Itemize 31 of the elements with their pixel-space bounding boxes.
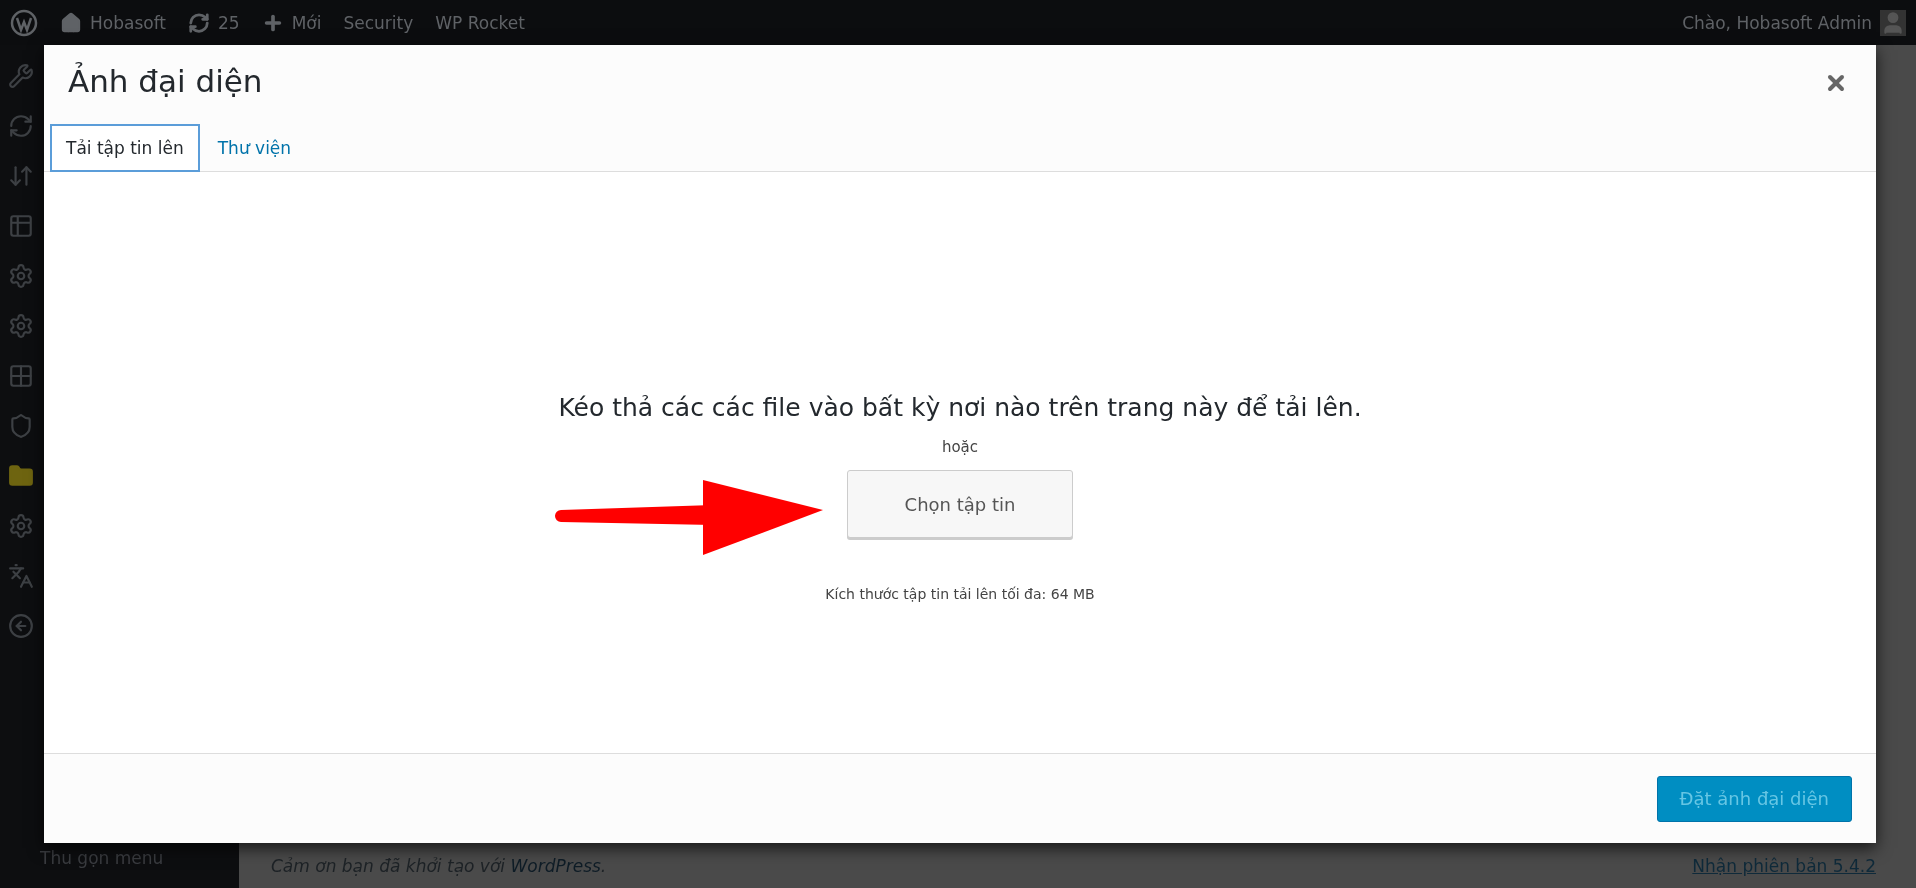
or-text: hoặc — [941, 438, 979, 456]
collapse-icon[interactable] — [8, 613, 34, 639]
menu-link[interactable]: WP Rocket — [435, 12, 525, 33]
drop-instructions: Kéo thả các các file vào bất kỳ nơi nào trên trang này để tải lên. — [558, 393, 1362, 422]
table-icon[interactable] — [8, 213, 34, 239]
account-link[interactable]: Chào, Hobasoft Admin — [1682, 9, 1906, 36]
version-link[interactable]: Nhận phiên bản 5.4.2 — [1692, 856, 1876, 876]
sort-arrows-icon[interactable] — [8, 163, 34, 189]
wordpress-logo-icon[interactable] — [10, 8, 38, 37]
modal-title: Ảnh đại diện — [68, 63, 263, 99]
refresh-icon[interactable] — [8, 113, 34, 139]
select-files-button[interactable]: Chọn tập tin — [847, 470, 1073, 538]
grid-icon[interactable] — [8, 363, 34, 389]
avatar-icon — [1880, 9, 1906, 36]
gear-icon[interactable] — [8, 513, 34, 539]
gear-icon[interactable] — [8, 263, 34, 289]
shield-icon[interactable] — [8, 413, 34, 439]
translate-icon[interactable] — [8, 563, 34, 589]
tab[interactable]: Thư viện — [201, 124, 308, 172]
new-link[interactable]: Mới — [261, 11, 322, 34]
home-icon — [60, 11, 82, 34]
wrench-icon[interactable] — [8, 63, 34, 89]
updates-link[interactable]: 25 — [188, 11, 240, 34]
site-link[interactable]: Hobasoft — [60, 11, 166, 34]
tab[interactable]: Tải tập tin lên — [50, 124, 200, 172]
wordpress-link[interactable]: WordPress — [510, 856, 601, 876]
refresh-icon — [188, 11, 210, 34]
folder-icon[interactable] — [8, 463, 34, 489]
gear-icon[interactable] — [8, 313, 34, 339]
menu-link[interactable]: Security — [343, 12, 414, 33]
max-size-text: Kích thước tập tin tải lên tối đa: 64 MB — [825, 586, 1095, 602]
